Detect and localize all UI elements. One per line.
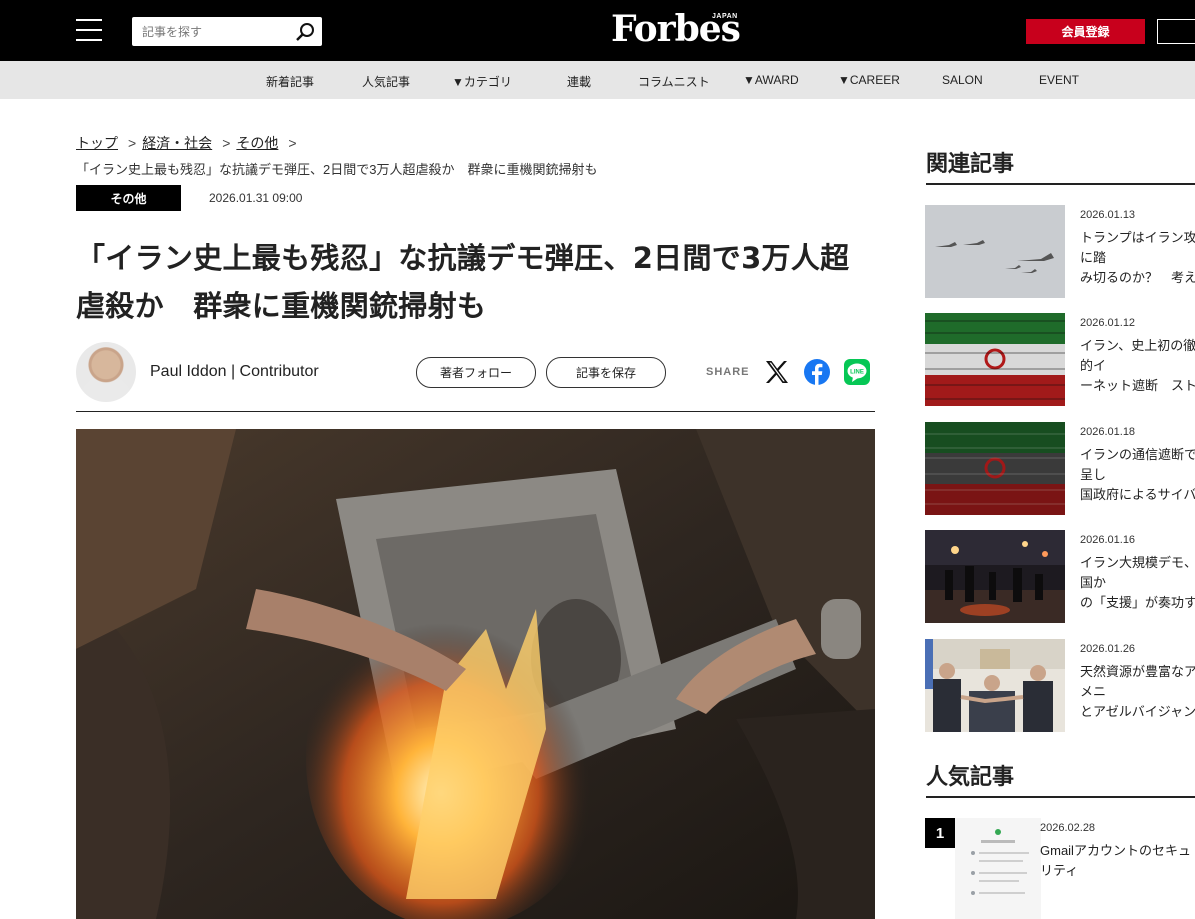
related-heading-rule: [926, 183, 1195, 185]
related-title[interactable]: トランプはイラン攻撃に踏 み切るのか？ 考えられる 事作戦と、その実効性: [1080, 228, 1195, 290]
related-date: 2026.01.26: [1080, 643, 1136, 655]
svg-text:LINE: LINE: [850, 370, 864, 376]
menu-icon[interactable]: [76, 19, 102, 41]
nav-item-salon[interactable]: SALON: [942, 73, 983, 87]
nav-item-new[interactable]: 新着記事: [266, 73, 314, 90]
register-button[interactable]: 会員登録: [1026, 19, 1145, 44]
article-title: 「イラン史上最も残忍」な抗議デモ弾圧、2日間で3万人超虐殺か 群衆に重機関銃掃射…: [76, 241, 850, 323]
popular-item[interactable]: 1 2026.02.28 Gmailアカウントのセキュリティ すぐ確認せよ、攻撃…: [925, 818, 1195, 919]
related-item[interactable]: 2026.01.12 イラン、史上初の徹底的イ ーネット遮断 ストライキ に「キ…: [925, 313, 1195, 407]
nav-item-category[interactable]: ▼カテゴリ: [452, 73, 512, 90]
line-icon[interactable]: LINE: [844, 359, 870, 385]
breadcrumb: トップ > 経済・社会 > その他 >: [76, 133, 303, 153]
popular-date: 2026.02.28: [1040, 822, 1096, 834]
search-box: [132, 17, 322, 46]
category-nav: 新着記事 人気記事 ▼カテゴリ 連載 コラムニスト ▼AWARD ▼CAREER…: [0, 61, 1195, 99]
save-article-button[interactable]: 記事を保存: [546, 357, 666, 388]
breadcrumb-top[interactable]: トップ: [76, 135, 118, 151]
author-name[interactable]: Paul Iddon | Contributor: [150, 363, 319, 381]
security-screen-thumbnail: [955, 818, 1041, 919]
related-date: 2026.01.13: [1080, 209, 1136, 221]
flag-code-thumbnail: [925, 422, 1065, 515]
related-title[interactable]: 天然資源が豊富なアルメニ とアゼルバイジャン、和平 る米国の思惑: [1080, 662, 1195, 724]
author-divider: [76, 411, 875, 412]
top-header: Forbes JAPAN 会員登録: [0, 0, 1195, 61]
related-title[interactable]: イラン、史上初の徹底的イ ーネット遮断 ストライキ に「キルスイッチ」発動: [1080, 336, 1195, 398]
popular-heading: 人気記事: [926, 765, 1015, 790]
facebook-icon[interactable]: [804, 359, 830, 385]
related-title[interactable]: イランの通信遮断で露呈し 国政府によるサイバー「鎖 動」の実態: [1080, 445, 1195, 507]
related-thumbnail[interactable]: [925, 205, 1065, 298]
related-item[interactable]: 2026.01.26 天然資源が豊富なアルメニ とアゼルバイジャン、和平 る米国…: [925, 639, 1195, 733]
breadcrumb-other[interactable]: その他: [236, 135, 278, 151]
publish-date: 2026.01.31 09:00: [209, 191, 303, 205]
related-thumbnail[interactable]: [925, 422, 1065, 515]
related-date: 2026.01.12: [1080, 317, 1136, 329]
search-icon[interactable]: [294, 21, 316, 43]
share-label: SHARE: [706, 366, 750, 378]
handshake-thumbnail: [925, 639, 1065, 732]
breadcrumb-economy[interactable]: 経済・社会: [142, 135, 212, 151]
nav-item-columnist[interactable]: コラムニスト: [638, 73, 710, 90]
follow-author-button[interactable]: 著者フォロー: [416, 357, 536, 388]
popular-rank: 1: [925, 818, 955, 848]
author-avatar[interactable]: [76, 342, 136, 402]
breadcrumb-separator: >: [222, 135, 231, 151]
related-item[interactable]: 2026.01.16 イラン大規模デモ、米国か の「支援」が奏功する可能 の条件: [925, 530, 1195, 624]
related-heading: 関連記事: [926, 152, 1015, 177]
category-badge[interactable]: その他: [76, 185, 181, 211]
popular-thumbnail[interactable]: [955, 818, 1041, 919]
hero-photo: [76, 429, 875, 919]
flag-binary-thumbnail: [925, 313, 1065, 406]
nav-item-award[interactable]: ▼AWARD: [743, 73, 799, 87]
jets-thumbnail: [925, 205, 1065, 298]
related-thumbnail[interactable]: [925, 313, 1065, 406]
popular-heading-rule: [926, 796, 1195, 798]
popular-title[interactable]: Gmailアカウントのセキュリティ すぐ確認せよ、攻撃が進行中: [1040, 841, 1195, 883]
logo-japan-label: JAPAN: [712, 13, 738, 20]
hero-image: [76, 429, 875, 919]
related-date: 2026.01.16: [1080, 534, 1136, 546]
breadcrumb-separator: >: [128, 135, 137, 151]
related-title[interactable]: イラン大規模デモ、米国か の「支援」が奏功する可能 の条件: [1080, 553, 1195, 615]
related-item[interactable]: 2026.01.18 イランの通信遮断で露呈し 国政府によるサイバー「鎖 動」の…: [925, 422, 1195, 516]
nav-item-series[interactable]: 連載: [567, 73, 591, 90]
related-item[interactable]: 2026.01.13 トランプはイラン攻撃に踏 み切るのか？ 考えられる 事作戦…: [925, 205, 1195, 299]
related-date: 2026.01.18: [1080, 426, 1136, 438]
street-protest-thumbnail: [925, 530, 1065, 623]
breadcrumb-separator: >: [288, 135, 297, 151]
login-button[interactable]: [1157, 19, 1195, 44]
nav-item-popular[interactable]: 人気記事: [362, 73, 410, 90]
related-thumbnail[interactable]: [925, 639, 1065, 732]
x-icon[interactable]: [764, 359, 790, 385]
search-input[interactable]: [142, 22, 282, 41]
nav-item-career[interactable]: ▼CAREER: [838, 73, 900, 87]
nav-item-event[interactable]: EVENT: [1039, 73, 1079, 87]
breadcrumb-current: 「イラン史上最も残忍」な抗議デモ弾圧、2日間で3万人超虐殺か 群衆に重機関銃掃射…: [76, 162, 598, 177]
related-thumbnail[interactable]: [925, 530, 1065, 623]
